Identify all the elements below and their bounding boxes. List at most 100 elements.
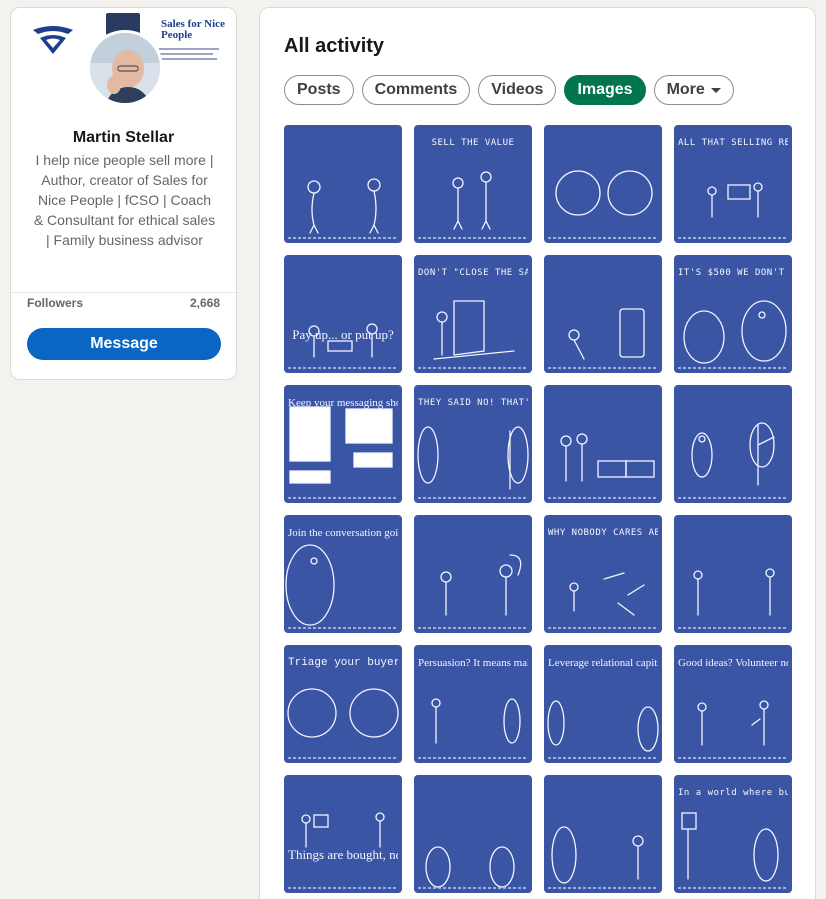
- image-thumbnail[interactable]: [544, 385, 662, 503]
- filter-label: More: [666, 81, 705, 98]
- image-thumbnail[interactable]: SELL THE VALUE: [414, 125, 532, 243]
- image-footer-url: [418, 887, 528, 889]
- image-caption: In a world where buyers like you...: [678, 788, 788, 798]
- image-thumbnail[interactable]: [544, 775, 662, 893]
- cartoon-sketch: [560, 433, 655, 482]
- cartoon-sketch: [308, 323, 378, 358]
- image-footer-url: [288, 497, 398, 499]
- image-caption: Leverage relational capital: [548, 657, 658, 669]
- filter-label: Posts: [297, 81, 341, 98]
- image-footer-url: [678, 887, 788, 889]
- image-footer-url: [418, 627, 528, 629]
- image-caption: THEY SAID NO! THAT'S HOW I RUIN DEALS: [418, 398, 528, 408]
- cartoon-sketch: [440, 554, 522, 616]
- image-footer-url: [548, 887, 658, 889]
- image-thumbnail[interactable]: DON'T "CLOSE THE SALE": [414, 255, 532, 373]
- cartoon-sketch: [301, 812, 385, 848]
- image-footer-url: [418, 237, 528, 239]
- image-caption: Good ideas? Volunteer nothing: [678, 657, 788, 669]
- image-footer-url: [548, 497, 658, 499]
- image-thumbnail[interactable]: IT'S $500 WE DON'T HAVE THE BUDGET: [674, 255, 792, 373]
- message-button[interactable]: Message: [27, 328, 221, 360]
- image-caption: Pay up... or put up?: [292, 327, 394, 342]
- brand-logo: [33, 26, 73, 54]
- avatar-photo: [90, 33, 160, 103]
- image-thumbnail[interactable]: [674, 385, 792, 503]
- caret-down-icon: [710, 87, 721, 93]
- image-footer-url: [418, 497, 528, 499]
- followers-count: 2,668: [189, 296, 220, 310]
- image-thumbnail[interactable]: Keep your messaging short: [284, 385, 402, 503]
- image-footer-url: [678, 367, 788, 369]
- image-grid: SELL THE VALUE ALL THAT SELLING REALLY IS…: [284, 125, 792, 893]
- followers-label: Followers: [27, 296, 84, 310]
- image-footer-url: [548, 757, 658, 759]
- image-caption: Triage your buyers: [288, 657, 398, 669]
- book-subtitle-lines: [159, 48, 223, 70]
- filter-images[interactable]: Images: [564, 75, 646, 105]
- cartoon-sketch: [693, 568, 775, 616]
- image-caption: Persuasion? It means making people wrong: [418, 657, 528, 669]
- image-thumbnail[interactable]: Pay up... or put up?: [284, 255, 402, 373]
- image-thumbnail[interactable]: Things are bought, not sold: [284, 775, 402, 893]
- image-caption: DON'T "CLOSE THE SALE": [418, 268, 528, 278]
- image-footer-url: [678, 497, 788, 499]
- profile-headline: I help nice people sell more | Author, c…: [33, 152, 216, 248]
- image-footer-url: [678, 627, 788, 629]
- cartoon-sketch: [555, 170, 653, 216]
- cartoon-sketch: [691, 422, 775, 486]
- image-thumbnail[interactable]: [414, 775, 532, 893]
- image-thumbnail[interactable]: Triage your buyers: [284, 645, 402, 763]
- image-footer-url: [548, 237, 658, 239]
- book-title: Sales for Nice People: [161, 18, 225, 41]
- image-thumbnail[interactable]: WHY NOBODY CARES ABOUT YOUR BETTER MOUSE…: [544, 515, 662, 633]
- image-footer-url: [288, 887, 398, 889]
- profile-card: Sales for Nice People Martin Stellar I h…: [10, 7, 237, 380]
- profile-name[interactable]: Martin Stellar: [11, 129, 236, 147]
- image-thumbnail[interactable]: In a world where buyers like you...: [674, 775, 792, 893]
- cartoon-sketch: [307, 178, 381, 234]
- image-footer-url: [548, 627, 658, 629]
- image-caption: SELL THE VALUE: [431, 138, 515, 148]
- image-caption: Keep your messaging short: [288, 397, 398, 409]
- image-thumbnail[interactable]: [414, 515, 532, 633]
- divider: [11, 292, 236, 293]
- filter-more[interactable]: More: [653, 75, 734, 105]
- activity-title: All activity: [284, 35, 385, 57]
- cartoon-sketch: [568, 308, 645, 360]
- image-footer-url: [288, 237, 398, 239]
- image-caption: Things are bought, not sold: [288, 847, 398, 862]
- cartoon-sketch: [425, 846, 515, 888]
- image-thumbnail[interactable]: Good ideas? Volunteer nothing: [674, 645, 792, 763]
- image-footer-url: [288, 367, 398, 369]
- image-thumbnail[interactable]: [674, 515, 792, 633]
- filter-comments[interactable]: Comments: [361, 75, 471, 105]
- image-footer-url: [418, 757, 528, 759]
- image-thumbnail[interactable]: THEY SAID NO! THAT'S HOW I RUIN DEALS: [414, 385, 532, 503]
- image-caption: ALL THAT SELLING REALLY IS: [678, 138, 788, 148]
- image-footer-url: [288, 627, 398, 629]
- avatar[interactable]: [87, 30, 163, 106]
- filter-posts[interactable]: Posts: [284, 75, 354, 105]
- image-thumbnail[interactable]: [284, 125, 402, 243]
- image-thumbnail[interactable]: Persuasion? It means making people wrong: [414, 645, 532, 763]
- activity-card: All activity Posts Comments Videos Image…: [259, 7, 816, 899]
- image-thumbnail[interactable]: [544, 255, 662, 373]
- image-footer-url: [678, 757, 788, 759]
- image-thumbnail[interactable]: ALL THAT SELLING REALLY IS: [674, 125, 792, 243]
- image-thumbnail[interactable]: Leverage relational capital: [544, 645, 662, 763]
- image-caption: WHY NOBODY CARES ABOUT YOUR BETTER MOUSE…: [548, 528, 658, 538]
- image-footer-url: [548, 367, 658, 369]
- filter-label: Images: [577, 81, 633, 98]
- image-thumbnail[interactable]: [544, 125, 662, 243]
- filter-pills: Posts Comments Videos Images More: [284, 75, 734, 105]
- image-footer-url: [418, 367, 528, 369]
- filter-label: Videos: [491, 81, 544, 98]
- cartoon-sketch: [551, 826, 644, 884]
- image-caption: IT'S $500 WE DON'T HAVE THE BUDGET: [678, 268, 788, 278]
- filter-label: Comments: [374, 81, 458, 98]
- image-thumbnail[interactable]: Join the conversation going on in your b…: [284, 515, 402, 633]
- image-footer-url: [678, 237, 788, 239]
- image-footer-url: [288, 757, 398, 759]
- filter-videos[interactable]: Videos: [478, 75, 557, 105]
